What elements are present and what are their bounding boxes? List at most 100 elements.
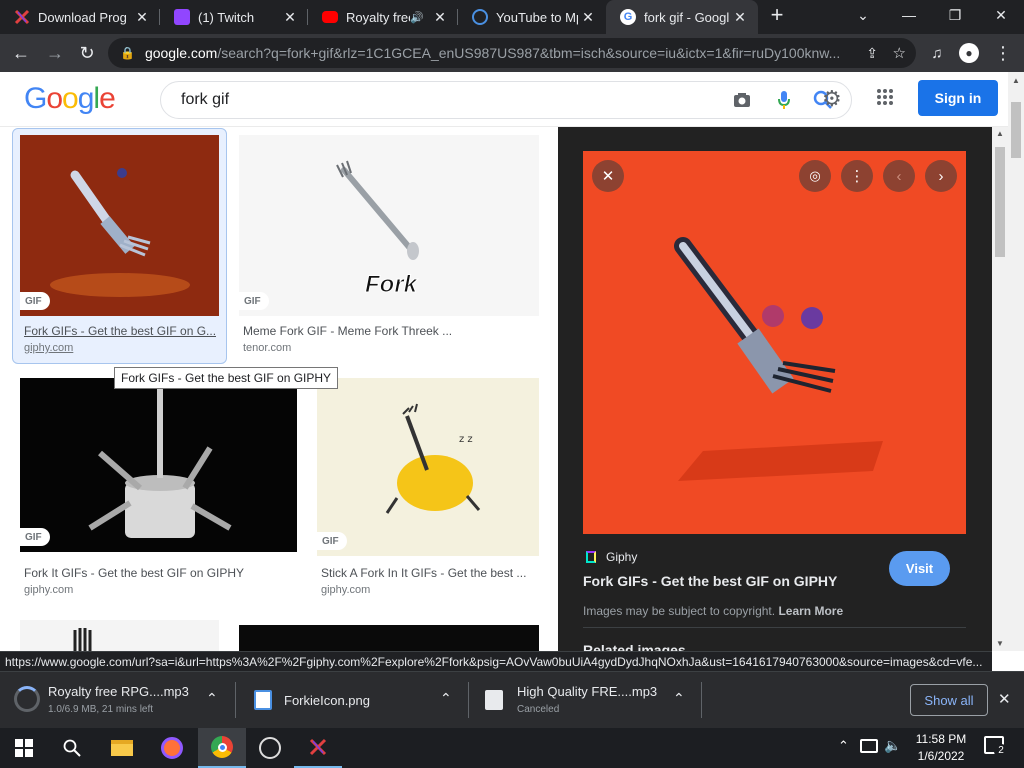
learn-more-link[interactable]: Learn More (778, 604, 843, 618)
url-path: /search?q=fork+gif&rlz=1C1GCEA_enUS987US… (217, 45, 841, 61)
preview-source[interactable]: Giphy (606, 550, 637, 564)
tab-youtube-to-mp[interactable]: YouTube to Mp ✕ (458, 0, 606, 34)
minimize-button[interactable]: — (886, 0, 932, 30)
result-source[interactable]: giphy.com (321, 584, 370, 596)
system-clock[interactable]: 11:58 PM 1/6/2022 (908, 731, 974, 765)
network-icon[interactable] (860, 739, 878, 753)
close-tab-icon[interactable]: ✕ (430, 9, 450, 26)
preview-title[interactable]: Fork GIFs - Get the best GIF on GIPHY (583, 573, 837, 589)
chrome-icon[interactable] (198, 728, 246, 768)
bookmark-star-icon[interactable]: ☆ (893, 44, 906, 62)
result-source[interactable]: giphy.com (24, 584, 73, 596)
close-tab-icon[interactable]: ✕ (578, 9, 598, 26)
result-image[interactable] (20, 620, 219, 651)
profile-avatar[interactable]: ● (954, 38, 984, 68)
browser-toolbar: ← → ↻ 🔒 google.com/search?q=fork+gif&rlz… (0, 34, 1024, 72)
next-icon[interactable]: › (925, 160, 957, 192)
page-scrollbar[interactable]: ▲ (1008, 72, 1024, 651)
result-title[interactable]: Stick A Fork In It GIFs - Get the best .… (321, 566, 539, 580)
file-explorer-icon[interactable] (98, 728, 146, 768)
download-item[interactable]: Royalty free RPG....mp3 1.0/6.9 MB, 21 m… (0, 672, 236, 729)
media-control-icon[interactable]: ♫ (922, 38, 952, 68)
preview-image[interactable]: ✕ ◎ ⋮ ‹ › (583, 151, 966, 534)
potato-fork-image: z z (385, 403, 481, 514)
search-taskbar-icon[interactable] (48, 728, 96, 768)
logo-letter-6: e (99, 82, 116, 115)
forks-image (88, 388, 232, 538)
person-icon: ● (959, 43, 979, 63)
restore-button[interactable]: ❐ (932, 0, 978, 30)
result-title[interactable]: Meme Fork GIF - Meme Fork Threek ... (243, 324, 543, 338)
close-window-button[interactable]: ✕ (978, 0, 1024, 30)
download-name: High Quality FRE....mp3 (517, 684, 658, 699)
tab-royalty-free[interactable]: Royalty free 🔊 ✕ (308, 0, 458, 34)
start-button[interactable] (0, 728, 48, 768)
download-item[interactable]: High Quality FRE....mp3 Canceled ⌃ (469, 672, 702, 729)
chevron-up-icon[interactable]: ⌃ (673, 690, 685, 707)
sign-in-button[interactable]: Sign in (918, 80, 998, 116)
obs-icon[interactable] (246, 728, 294, 768)
show-all-button[interactable]: Show all (910, 684, 988, 716)
close-tab-icon[interactable]: ✕ (132, 9, 152, 26)
result-source[interactable]: giphy.com (24, 342, 73, 354)
scroll-up-icon[interactable]: ▲ (1012, 76, 1020, 85)
forward-button[interactable]: → (40, 38, 70, 68)
tab-search-icon[interactable]: ⌄ (840, 0, 886, 30)
apps-grid-icon[interactable] (876, 88, 894, 111)
lock-icon[interactable]: 🔒 (120, 46, 135, 60)
url-text: google.com/search?q=fork+gif&rlz=1C1GCEA… (145, 45, 845, 61)
close-downloads-icon[interactable]: ✕ (998, 690, 1011, 708)
chevron-up-icon[interactable]: ⌃ (206, 690, 218, 707)
result-source[interactable]: tenor.com (243, 342, 291, 354)
address-bar[interactable]: 🔒 google.com/search?q=fork+gif&rlz=1C1GC… (108, 38, 916, 68)
result-image[interactable]: z z GIF (317, 378, 539, 556)
panel-scrollbar[interactable]: ▲ ▼ (992, 127, 1008, 651)
scroll-down-icon[interactable]: ▼ (996, 639, 1004, 648)
scroll-up-icon[interactable]: ▲ (996, 129, 1004, 138)
result-image[interactable]: GIF (20, 378, 297, 552)
firefox-icon[interactable] (148, 728, 196, 768)
logo-letter-4: g (77, 82, 95, 115)
menu-icon[interactable]: ⋮ (988, 38, 1018, 68)
search-input[interactable] (181, 90, 701, 110)
chevron-up-icon[interactable]: ⌃ (440, 690, 452, 707)
download-item[interactable]: ForkieIcon.png ⌃ (236, 672, 469, 729)
volume-icon[interactable]: 🔈 (884, 737, 901, 754)
download-status: 1.0/6.9 MB, 21 mins left (48, 704, 154, 715)
show-hidden-icons[interactable]: ⌃ (838, 738, 849, 754)
result-title[interactable]: Fork GIFs - Get the best GIF on G... (24, 324, 216, 338)
tab-twitch[interactable]: (1) Twitch ✕ (160, 0, 308, 34)
scroll-thumb[interactable] (995, 147, 1005, 257)
logo-letter-3: o (62, 82, 79, 115)
camera-icon[interactable] (733, 92, 751, 113)
result-image[interactable]: Fork GIF (239, 135, 539, 316)
share-icon[interactable]: ⇪ (866, 45, 878, 62)
back-button[interactable]: ← (6, 38, 36, 68)
speaker-icon[interactable]: 🔊 (410, 11, 424, 24)
new-tab-button[interactable]: + (758, 0, 796, 30)
close-tab-icon[interactable]: ✕ (730, 9, 750, 26)
download-status: Canceled (517, 704, 560, 715)
close-tab-icon[interactable]: ✕ (280, 9, 300, 26)
more-options-icon[interactable]: ⋮ (841, 160, 873, 192)
gif-badge: GIF (20, 528, 50, 546)
reload-button[interactable]: ↻ (72, 38, 102, 68)
logo-letter-1: G (24, 82, 47, 115)
tab-download-prog[interactable]: Download Prog ✕ (0, 0, 160, 34)
scroll-thumb[interactable] (1011, 102, 1021, 158)
settings-gear-icon[interactable]: ⚙ (822, 88, 842, 110)
tooltip: Fork GIFs - Get the best GIF on GIPHY (114, 367, 339, 389)
result-image[interactable] (239, 625, 539, 651)
results-grid: GIF Fork GIFs - Get the best GIF on G...… (0, 128, 558, 651)
result-title[interactable]: Fork It GIFs - Get the best GIF on GIPHY (24, 566, 294, 580)
microphone-icon[interactable] (777, 90, 791, 115)
game-app-icon[interactable] (294, 728, 342, 768)
close-icon[interactable]: ✕ (592, 160, 624, 192)
tab-fork-gif[interactable]: G fork gif - Googl ✕ (606, 0, 758, 34)
google-logo[interactable]: Google (24, 82, 116, 116)
notification-count: 2 (994, 744, 1008, 758)
result-image[interactable]: GIF (20, 135, 219, 316)
lens-icon[interactable]: ◎ (799, 160, 831, 192)
previous-icon[interactable]: ‹ (883, 160, 915, 192)
visit-button[interactable]: Visit (889, 551, 950, 586)
